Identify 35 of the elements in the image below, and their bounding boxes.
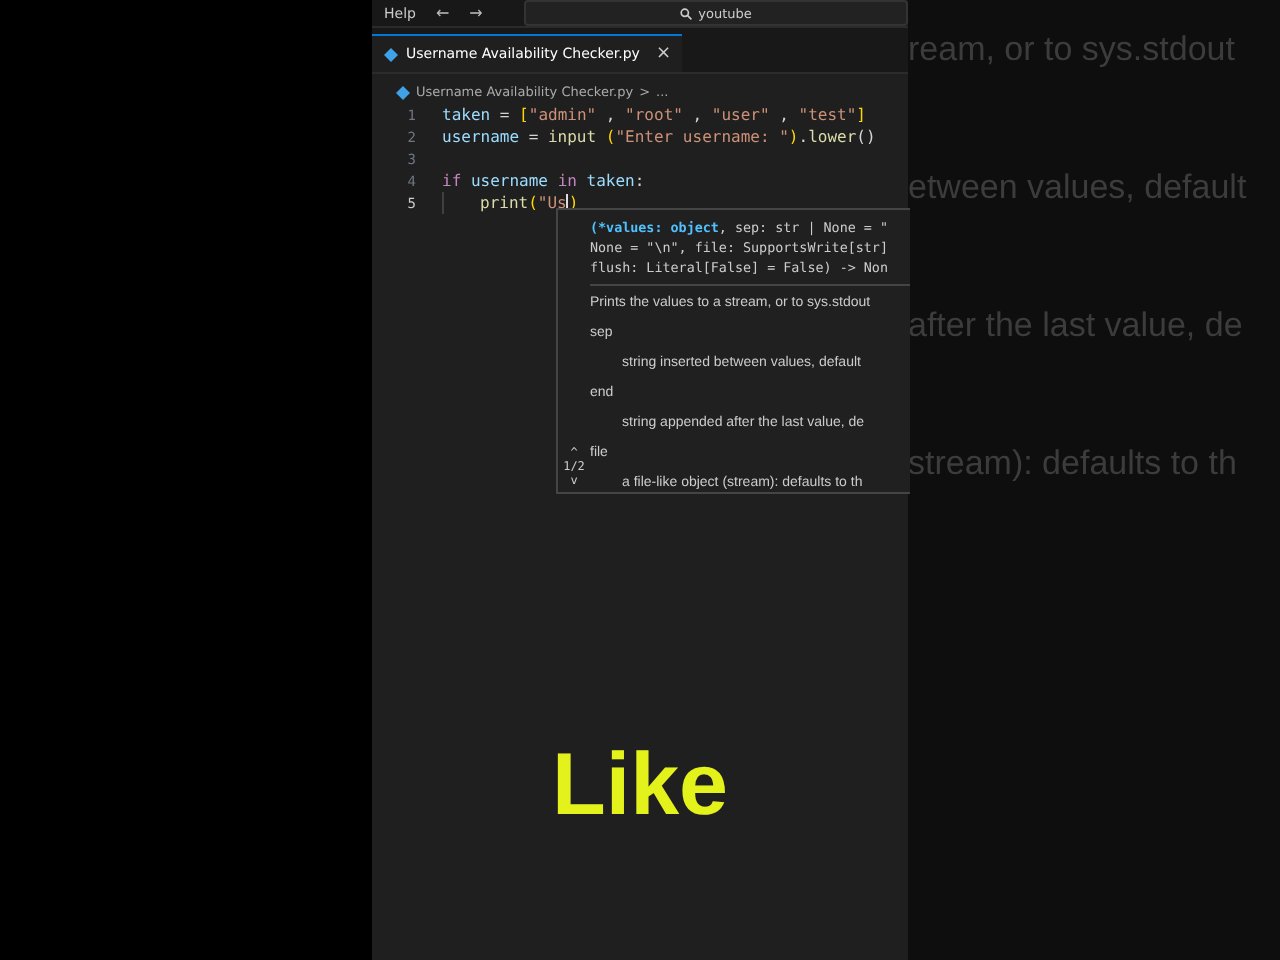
code-token: input [547,128,597,146]
code-token: lower [808,128,857,146]
code-token: taken [586,172,635,190]
close-button[interactable]: × [655,44,671,64]
code-token: , [777,106,791,124]
search-icon [680,7,693,19]
code-token: "test" [798,106,857,124]
code-token: [ [519,106,529,124]
code-token: , [690,106,705,124]
code-token: () [856,128,876,146]
code-token: ( [528,194,538,212]
python-file-icon [396,85,410,99]
back-button[interactable]: ← [435,4,450,22]
code-token: = [526,128,541,146]
python-file-icon [384,47,398,61]
code-token: , [603,106,618,124]
code-token: print [480,194,529,212]
code-token: "admin" [528,106,597,124]
code-token: ] [856,106,866,124]
caption: Like [551,736,729,834]
code-token: "user" [711,106,770,124]
code-token: . [798,128,809,146]
code-token: if [442,172,464,190]
code-token: in [557,172,579,190]
code-token: : [634,172,645,190]
code-token: username [470,172,550,190]
code-token: ) [788,128,799,146]
code-token: "Us [537,194,567,212]
code-token: taken [442,106,491,124]
code-token: username [442,128,520,146]
code-token: = [497,106,512,124]
code-token: "Enter username: " [615,128,789,146]
code-token: "root" [625,106,683,124]
code-token: ( [603,128,616,146]
forward-button[interactable]: → [469,4,483,22]
